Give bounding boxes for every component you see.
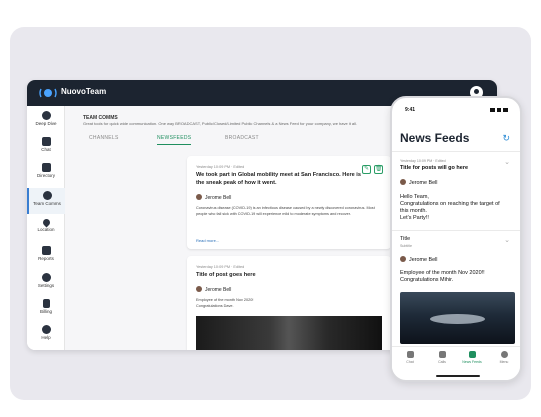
post-body-line: Hello Team,: [400, 194, 429, 200]
post-image: [400, 292, 515, 344]
chat-icon: [406, 351, 414, 358]
status-time: 9:41: [405, 107, 416, 113]
home-indicator: [436, 375, 480, 377]
sidebar-item-reports[interactable]: Reports: [27, 243, 65, 269]
phone-icon: [438, 351, 446, 358]
team-comms-icon: [42, 191, 52, 200]
read-more-link[interactable]: Read more...: [196, 238, 219, 243]
tab-bar: CHANNELS NEWSFEEDS BROADCAST: [83, 133, 343, 147]
tab-label: News Feeds: [462, 360, 482, 364]
post-body-line: Congratulations on reaching the target o…: [400, 201, 500, 207]
news-feed-icon: [468, 351, 476, 358]
brand-name: NuovoTeam: [61, 87, 107, 96]
avatar: [400, 179, 406, 185]
status-signal-icon: [490, 108, 508, 112]
post-body-line: Employee of the month Nov 2020!: [196, 298, 254, 302]
avatar: [196, 194, 202, 200]
post-author: Jerome Bell: [196, 194, 231, 201]
menu-icon: [500, 351, 508, 358]
pie-chart-icon: [41, 111, 51, 120]
delete-icon[interactable]: 🗑: [374, 165, 383, 174]
tab-news-feeds[interactable]: News Feeds: [458, 351, 486, 364]
help-icon: [41, 325, 51, 334]
sidebar-item-help[interactable]: Help: [27, 322, 65, 348]
chevron-down-icon[interactable]: ⌄: [504, 236, 510, 244]
edit-icon[interactable]: ✎: [362, 165, 371, 174]
sidebar-item-label: Reports: [38, 256, 54, 261]
post-author: Jerome Bell: [400, 179, 437, 186]
divider: [392, 151, 520, 152]
sidebar-item-label: Help: [41, 335, 51, 340]
post-body-line: Congratulations Mihir.: [400, 277, 454, 283]
page-subtitle: Great tools for quick wide communication…: [83, 121, 358, 126]
sidebar-item-label: Chat: [41, 147, 51, 152]
post-card[interactable]: Yesterday 10:09 PM · Edited ✎ 🗑 We took …: [187, 156, 391, 249]
author-name: Jerome Bell: [409, 180, 438, 186]
sidebar-item-label: Team Comms: [33, 201, 61, 206]
tab-label: Menu: [499, 360, 509, 364]
nuovoteam-logo-icon: [39, 88, 57, 98]
post-title: We took part in Global mobility meet at …: [196, 172, 361, 186]
tab-newsfeeds[interactable]: NEWSFEEDS: [157, 135, 192, 145]
tab-calls[interactable]: Calls: [428, 351, 456, 364]
avatar: [400, 256, 406, 262]
sidebar-item-label: Directory: [36, 173, 55, 178]
directory-icon: [41, 163, 51, 172]
divider: [392, 230, 520, 231]
billing-icon: [42, 299, 50, 308]
post-meta: Yesterday 10:09 PM · Edited: [400, 159, 446, 163]
gear-icon: [41, 273, 51, 282]
tab-label: Chat: [406, 360, 414, 364]
tab-label: Calls: [438, 360, 446, 364]
sidebar: Deep Dive Chat Directory Team Comms Loca…: [27, 106, 65, 350]
author-name: Jerome Bell: [205, 195, 232, 201]
sidebar-item-directory[interactable]: Directory: [27, 160, 65, 186]
sidebar-item-label: Settings: [37, 283, 55, 288]
sidebar-item-billing[interactable]: Billing: [27, 296, 65, 322]
page-title: News Feeds: [400, 131, 470, 145]
post-body-line: this month.: [400, 208, 427, 214]
post-body: Coronavirus disease (COVID-19) is an inf…: [196, 206, 375, 216]
author-name: Jerome Bell: [205, 287, 232, 293]
post-meta: Yesterday 10:09 PM · Edited: [196, 265, 245, 269]
sidebar-item-label: Billing: [39, 309, 52, 314]
phone-frame: 9:41 News Feeds ↻ Yesterday 10:09 PM · E…: [390, 96, 522, 382]
tab-chat[interactable]: Chat: [396, 351, 424, 364]
sidebar-item-chat[interactable]: Chat: [27, 134, 65, 160]
post-image: [196, 316, 382, 350]
sidebar-item-team-comms[interactable]: Team Comms: [27, 188, 65, 214]
post-meta: Yesterday 10:09 PM · Edited: [196, 165, 245, 169]
post-title: Title: [400, 236, 411, 242]
post-title: Title of post goes here: [196, 272, 256, 278]
post-body-line: Let's Party!!: [400, 215, 429, 221]
location-pin-icon: [41, 217, 51, 228]
tab-broadcast[interactable]: BROADCAST: [225, 135, 259, 141]
post-title: Title for posts will go here: [400, 165, 469, 171]
sidebar-item-label: Deep Dive: [35, 121, 57, 126]
post-card[interactable]: Yesterday 10:09 PM · Edited Title of pos…: [187, 256, 391, 350]
tab-menu[interactable]: Menu: [490, 351, 518, 364]
bottom-tab-bar: Chat Calls News Feeds Menu: [392, 346, 520, 370]
author-name: Jerome Bell: [409, 257, 438, 263]
post-author: Jerome Bell: [400, 256, 437, 263]
post-subtitle: Subtitle: [400, 244, 412, 248]
sidebar-item-location[interactable]: Location: [27, 216, 65, 242]
avatar: [196, 286, 202, 292]
tab-channels[interactable]: CHANNELS: [89, 135, 119, 141]
post-author: Jerome Bell: [196, 286, 231, 293]
refresh-icon[interactable]: ↻: [502, 133, 510, 144]
chat-icon: [41, 137, 51, 146]
post-body-line: Congratulations Dave.: [196, 304, 234, 308]
post-body-line: Employee of the month Nov 2020!!: [400, 270, 485, 276]
sidebar-item-settings[interactable]: Settings: [27, 270, 65, 296]
chevron-down-icon[interactable]: ⌄: [504, 158, 510, 166]
sidebar-item-deep-dive[interactable]: Deep Dive: [27, 108, 65, 134]
reports-icon: [41, 246, 51, 255]
